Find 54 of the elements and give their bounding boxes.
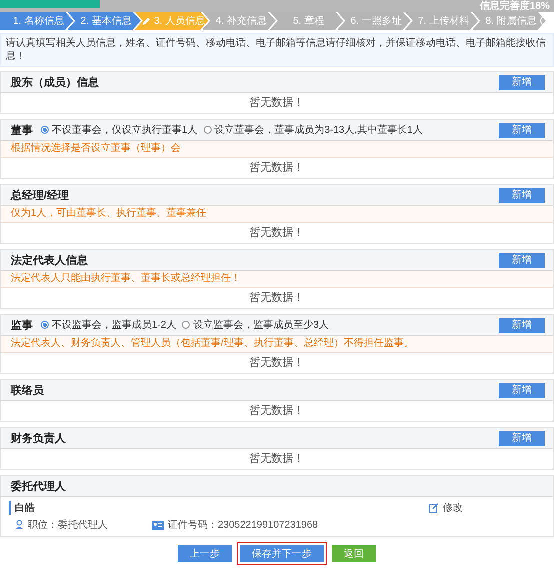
action-button[interactable]: 上一步	[178, 545, 232, 562]
radio-label: 设立董事会，董事成员为3-13人,其中董事长1人	[214, 124, 423, 137]
step-tab[interactable]: 2. 基本信息	[68, 12, 141, 30]
section-title: 股东（成员）信息	[11, 76, 99, 90]
hint-text: 法定代表人只能由执行董事、董事长或总经理担任！	[1, 271, 553, 288]
pencil-icon	[142, 16, 152, 26]
action-button[interactable]: 返回	[332, 545, 376, 562]
id-number-text: 证件号码：230522199107231968	[168, 519, 318, 532]
edit-link[interactable]: 修改	[443, 501, 463, 515]
section-title: 董事	[11, 124, 33, 138]
id-card-icon	[152, 520, 164, 530]
section-title: 财务负责人	[11, 432, 66, 446]
add-button[interactable]: 新增	[499, 122, 545, 138]
section-title: 法定代表人信息	[11, 254, 88, 268]
progress-label: 信息完善度18%	[480, 1, 550, 12]
empty-message: 暂无数据！	[250, 227, 304, 239]
radio-label: 不设董事会，仅设立执行董事1人	[52, 124, 198, 137]
add-button[interactable]: 新增	[499, 252, 545, 268]
step-tab[interactable]: 8. 附属信息	[472, 12, 546, 30]
edit-icon[interactable]	[429, 503, 439, 513]
person-name: 白皓	[9, 501, 35, 515]
radio-button[interactable]	[182, 321, 190, 329]
add-button[interactable]: 新增	[499, 382, 545, 398]
section-title: 总经理/经理	[11, 188, 70, 202]
section-title: 委托代理人	[11, 480, 66, 494]
step-tab[interactable]: 3. 人员信息	[135, 12, 208, 30]
add-button[interactable]: 新增	[499, 188, 545, 202]
step-tab[interactable]: 5. 章程	[270, 12, 344, 30]
hint-text: 仅为1人，可由董事长、执行董事、董事兼任	[1, 206, 553, 223]
step-tab[interactable]: 7. 上传材料	[405, 12, 478, 30]
empty-message: 暂无数据！	[250, 453, 304, 465]
role-text: 职位：委托代理人	[28, 518, 108, 532]
section-title: 监事	[11, 318, 33, 332]
empty-message: 暂无数据！	[250, 97, 304, 109]
hint-text: 法定代表人、财务负责人、管理人员（包括董事/理事、执行董事、总经理）不得担任监事。	[1, 336, 553, 353]
add-button[interactable]: 新增	[499, 74, 545, 90]
add-button[interactable]: 新增	[499, 430, 545, 446]
action-button[interactable]: 保存并下一步	[240, 545, 324, 562]
step-tab[interactable]: 1. 名称信息	[0, 12, 74, 30]
empty-message: 暂无数据！	[250, 357, 304, 369]
radio-label: 不设监事会，监事成员1-2人	[52, 318, 176, 332]
add-button[interactable]: 新增	[499, 318, 545, 332]
hint-text: 根据情况选择是否设立董事（理事）会	[1, 141, 553, 158]
radio-button[interactable]	[41, 126, 49, 134]
radio-button[interactable]	[41, 321, 49, 329]
step-tab[interactable]: 6. 一照多址	[338, 12, 411, 30]
notice-text: 请认真填写相关人员信息，姓名、证件号码、移动电话、电子邮箱等信息请仔细核对，并保证移动电话、电子邮箱能接收信息！	[0, 33, 554, 67]
empty-message: 暂无数据！	[250, 405, 304, 417]
radio-label: 设立监事会，监事成员至少3人	[193, 318, 330, 332]
empty-message: 暂无数据！	[250, 292, 304, 304]
section-title: 联络员	[11, 384, 44, 398]
radio-button[interactable]	[204, 126, 212, 134]
empty-message: 暂无数据！	[250, 162, 304, 174]
person-icon	[15, 520, 24, 530]
